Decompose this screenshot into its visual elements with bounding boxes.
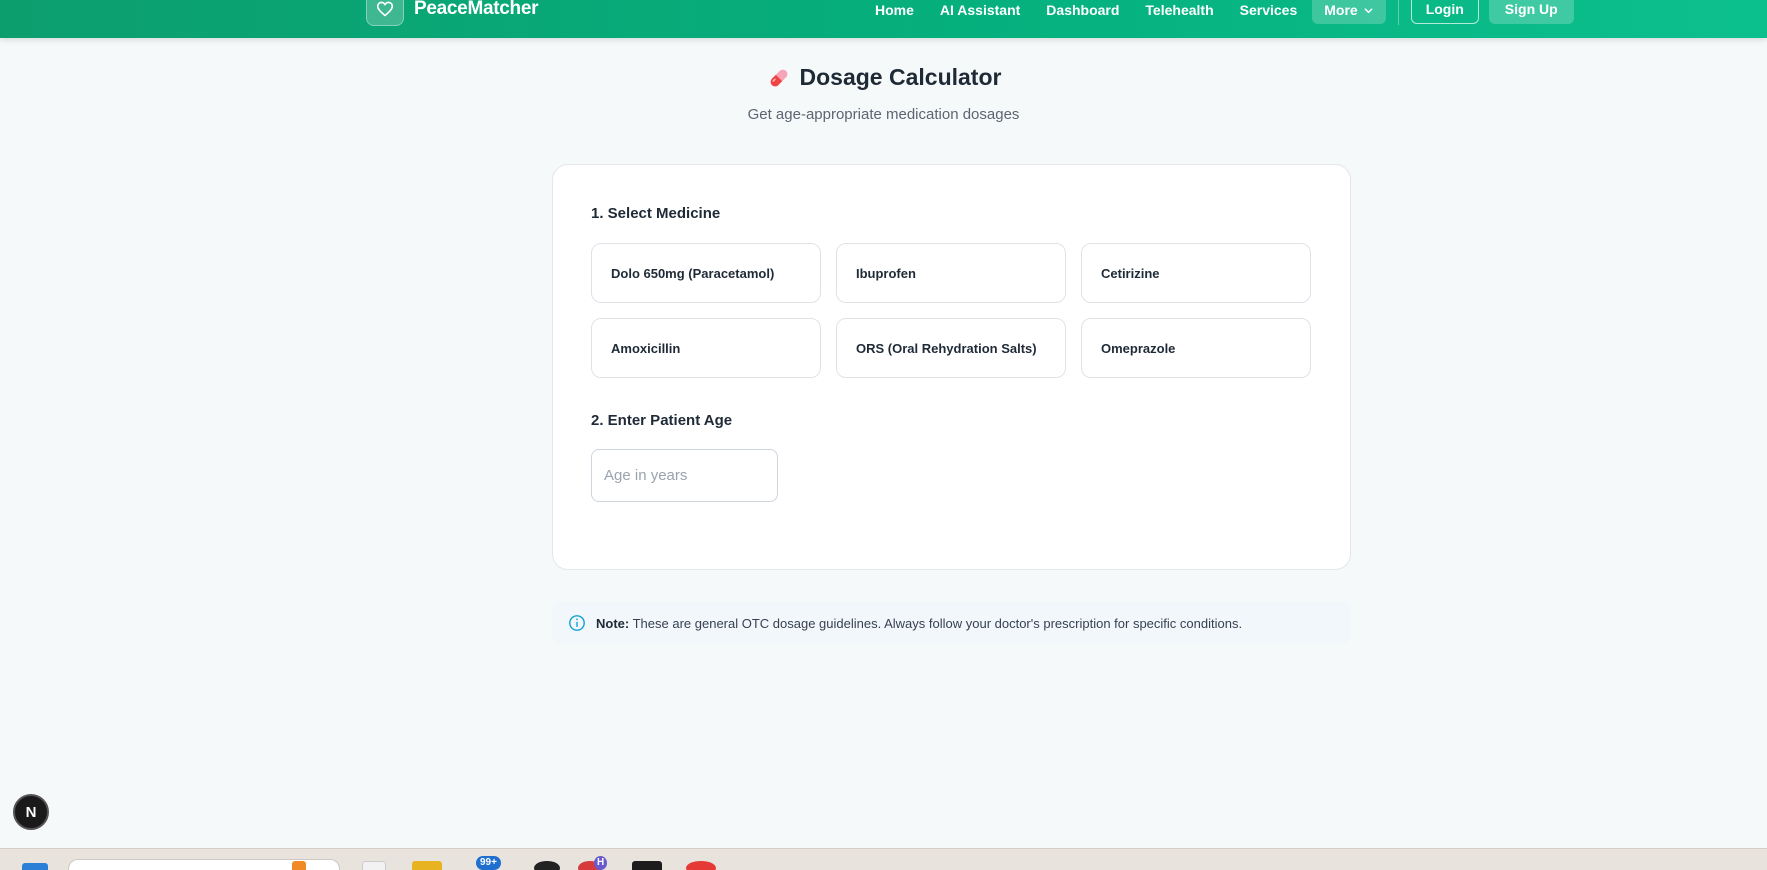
medicine-option-ibuprofen[interactable]: Ibuprofen: [836, 243, 1066, 303]
notepad-icon[interactable]: [362, 861, 386, 870]
nav-telehealth[interactable]: Telehealth: [1132, 0, 1226, 24]
app-icon[interactable]: [534, 861, 560, 870]
login-button[interactable]: Login: [1410, 0, 1479, 24]
top-navbar: PeaceMatcher Home AI Assistant Dashboard…: [0, 0, 1767, 38]
app-icon[interactable]: [292, 861, 306, 870]
windows-start-icon[interactable]: [22, 863, 48, 870]
info-icon: [569, 615, 585, 631]
nav-services[interactable]: Services: [1227, 0, 1311, 24]
note-text: These are general OTC dosage guidelines.…: [632, 615, 1243, 631]
notification-badge: 99+: [476, 856, 501, 870]
medicine-option-omeprazole[interactable]: Omeprazole: [1081, 318, 1311, 378]
nav-more-dropdown[interactable]: More: [1312, 0, 1386, 24]
avatar-badge: H: [594, 856, 608, 870]
page-title: Dosage Calculator: [799, 64, 1002, 90]
medicine-option-amoxicillin[interactable]: Amoxicillin: [591, 318, 821, 378]
os-taskbar: 99+ H: [0, 848, 1767, 870]
select-medicine-label: 1. Select Medicine: [591, 205, 721, 222]
patient-age-label: 2. Enter Patient Age: [591, 412, 733, 429]
page-title-row: Dosage Calculator: [766, 64, 1002, 91]
medicine-option-cetirizine[interactable]: Cetirizine: [1081, 243, 1311, 303]
main-nav: Home AI Assistant Dashboard Telehealth S…: [862, 0, 1574, 25]
app-icon[interactable]: [632, 861, 662, 870]
brand-name: PeaceMatcher: [414, 0, 539, 19]
nav-home[interactable]: Home: [862, 0, 927, 24]
age-input[interactable]: [591, 449, 778, 502]
signup-button[interactable]: Sign Up: [1488, 0, 1574, 24]
app-icon[interactable]: [686, 861, 716, 870]
pill-icon: [770, 69, 787, 86]
note-prefix: Note:: [596, 615, 630, 631]
page-subtitle: Get age-appropriate medication dosages: [747, 105, 1020, 123]
heart-icon: [366, 0, 404, 26]
nav-ai-assistant[interactable]: AI Assistant: [927, 0, 1033, 24]
medicine-option-ors[interactable]: ORS (Oral Rehydration Salts): [836, 318, 1066, 378]
calculator-card: 1. Select Medicine Dolo 650mg (Paracetam…: [552, 164, 1351, 570]
medicine-options: Dolo 650mg (Paracetamol) Ibuprofen Cetir…: [591, 243, 1312, 378]
folder-icon[interactable]: [412, 861, 442, 870]
nav-more-label: More: [1324, 2, 1358, 18]
note-text-wrap: Note: These are general OTC dosage guide…: [596, 616, 1242, 631]
chevron-down-icon: [1364, 7, 1373, 13]
nav-divider: [1397, 0, 1399, 25]
dosage-note: Note: These are general OTC dosage guide…: [552, 602, 1351, 644]
nav-dashboard[interactable]: Dashboard: [1033, 0, 1132, 24]
medicine-option-dolo[interactable]: Dolo 650mg (Paracetamol): [591, 243, 821, 303]
brand[interactable]: PeaceMatcher: [366, 0, 539, 26]
page-header: Dosage Calculator Get age-appropriate me…: [0, 64, 1767, 123]
dev-tools-badge[interactable]: N: [13, 794, 49, 830]
